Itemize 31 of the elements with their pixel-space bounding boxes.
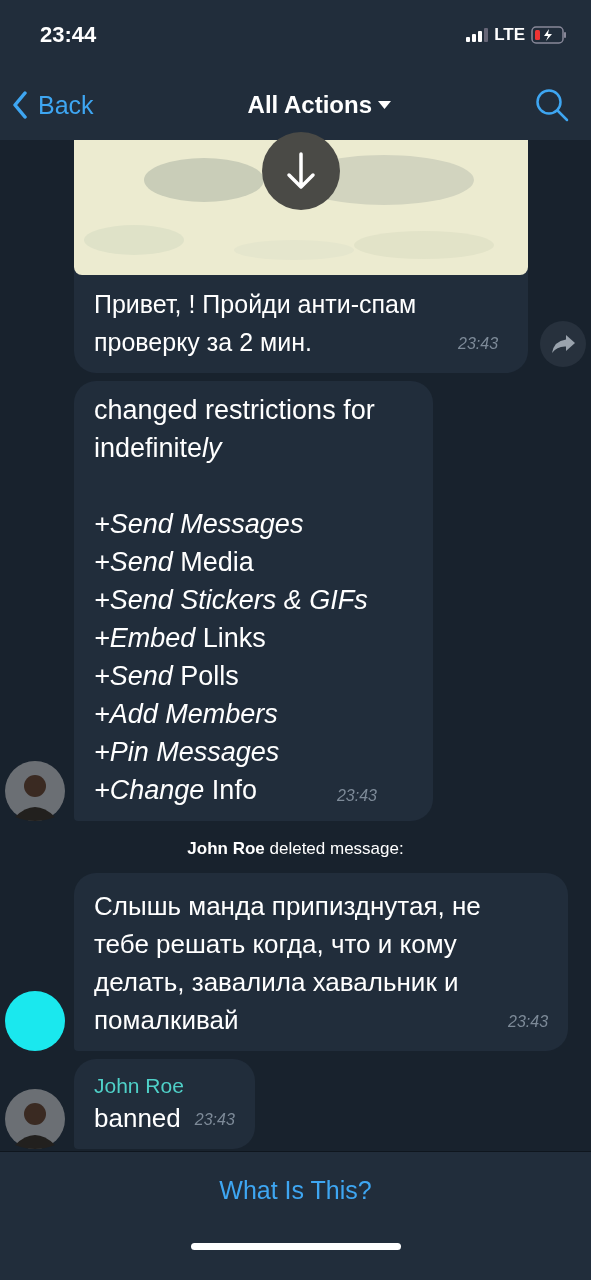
sender-name: John Roe: [94, 1073, 185, 1099]
service-message: John Roe deleted message:: [186, 838, 405, 860]
search-icon[interactable]: [535, 88, 569, 122]
download-icon[interactable]: [262, 132, 340, 210]
message-time: 23:43: [508, 1012, 549, 1032]
status-time: 23:44: [40, 22, 97, 48]
permission-item: +Send Stickers & GIFs: [94, 585, 368, 615]
message-time: 23:43: [336, 786, 377, 806]
permission-item: +Add Members: [94, 699, 278, 729]
message-text: Слышь манда припизднутая, не тебе решать когда, что и кому делать, завалила хавальник и помалкивай: [94, 890, 482, 1037]
network-label: LTE: [494, 25, 525, 45]
permission-item: +Change Info: [94, 775, 257, 805]
battery-icon: [531, 26, 567, 44]
message-text: Привет, ! Пройди анти-спам проверку за 2 мин.: [94, 289, 418, 358]
share-icon[interactable]: [540, 321, 586, 367]
permission-item: +Send Polls: [94, 661, 239, 691]
signal-icon: [466, 28, 489, 42]
permission-item: +Pin Messages: [94, 737, 280, 767]
permission-item: +Send Media: [94, 547, 254, 577]
message-time: 23:43: [458, 334, 499, 354]
permission-item: +Embed Links: [94, 623, 266, 653]
avatar[interactable]: [5, 991, 65, 1051]
caret-icon: [378, 101, 391, 109]
message-time: 23:43: [194, 1110, 235, 1130]
chevron-icon: [12, 91, 28, 119]
back-button[interactable]: Back: [12, 90, 94, 120]
message-text: changed restrictions for indefinitely: [94, 394, 376, 465]
title-dropdown[interactable]: All Actions: [247, 91, 391, 119]
what-is-this-link[interactable]: What Is This?: [219, 1176, 372, 1205]
permission-item: +Send Messages: [94, 509, 304, 539]
message-text: banned: [94, 1102, 181, 1135]
